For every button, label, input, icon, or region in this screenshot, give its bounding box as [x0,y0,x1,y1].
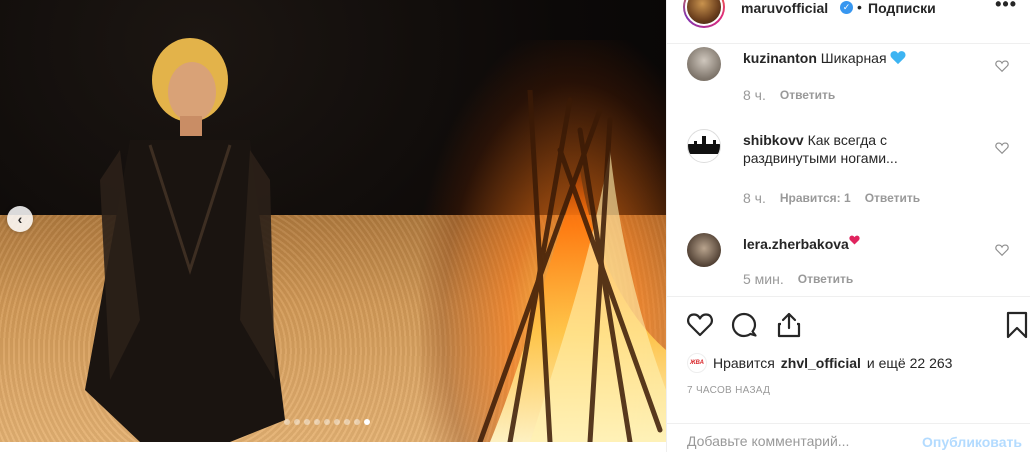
comment-time: 5 мин. [743,271,784,287]
share-icon[interactable] [775,311,803,339]
post-side-panel: maruvofficial ✓ • Подписки ••• kuzinanto… [666,0,1030,452]
verified-badge-icon: ✓ [840,1,853,14]
heart-icon[interactable] [686,311,714,339]
commenter-username[interactable]: kuzinanton [743,50,817,66]
reply-button[interactable]: Ответить [865,191,920,205]
carousel-dot [334,419,340,425]
carousel-dot [354,419,360,425]
post-actions: ЖВА Нравится zhvl_official и ещё 22 263 … [667,296,1030,450]
comment-icon[interactable] [730,311,758,339]
comment-time: 8 ч. [743,190,766,206]
add-comment-bar: Опубликовать [667,423,1030,452]
comment-body: Шикарная [820,50,887,66]
commenter-avatar[interactable] [687,47,721,81]
post-header: maruvofficial ✓ • Подписки ••• [667,0,1030,44]
carousel-dot [314,419,320,425]
post-photo[interactable]: ‹ [0,0,666,442]
woman-in-coat-image [85,38,285,442]
more-options-icon[interactable]: ••• [995,0,1017,15]
comment-text: shibkovv Как всегда с раздвинутыми ногам… [743,131,983,167]
author-username[interactable]: maruvofficial [741,0,828,16]
reply-button[interactable]: Ответить [780,88,835,102]
carousel-dot [324,419,330,425]
comment-meta: 5 мин. Ответить [743,271,853,287]
likes-summary: ЖВА Нравится zhvl_official и ещё 22 263 [687,353,952,373]
author-avatar[interactable] [683,0,725,28]
publish-button[interactable]: Опубликовать [922,434,1022,450]
carousel-dot [344,419,350,425]
commenter-username[interactable]: shibkovv [743,132,804,148]
comment-text: kuzinanton Шикарная [743,49,983,67]
reply-button[interactable]: Ответить [798,272,853,286]
commenter-username[interactable]: lera.zherbakova [743,236,849,252]
comment-text: lera.zherbakova [743,235,983,253]
carousel-prev-button[interactable]: ‹ [7,206,33,232]
comment-likes-count[interactable]: Нравится: 1 [780,191,851,205]
bookmark-icon[interactable] [1003,311,1030,339]
likes-prefix: Нравится [713,355,775,371]
carousel-dot [364,419,370,425]
header-separator: • [857,0,862,15]
following-button[interactable]: Подписки [868,0,936,16]
likes-count[interactable]: и ещё 22 263 [867,355,953,371]
liker-username[interactable]: zhvl_official [781,355,861,371]
commenter-avatar[interactable] [687,129,721,163]
carousel-dot [294,419,300,425]
comment-meta: 8 ч. Ответить [743,87,835,103]
comment-like-icon[interactable] [995,243,1009,257]
commenter-avatar[interactable] [687,233,721,267]
comment-input[interactable] [687,433,907,449]
blue-heart-icon [890,51,906,65]
bonfire-image [477,90,666,442]
comment-like-icon[interactable] [995,141,1009,155]
comment-meta: 8 ч. Нравится: 1 Ответить [743,190,920,206]
carousel-dot [284,419,290,425]
comment-time: 8 ч. [743,87,766,103]
carousel-dot [304,419,310,425]
post-timestamp: 7 ЧАСОВ НАЗАД [687,385,771,396]
liker-avatar[interactable]: ЖВА [687,353,707,373]
carousel-dots [284,419,370,425]
red-heart-icon [849,235,860,245]
comment-like-icon[interactable] [995,59,1009,73]
